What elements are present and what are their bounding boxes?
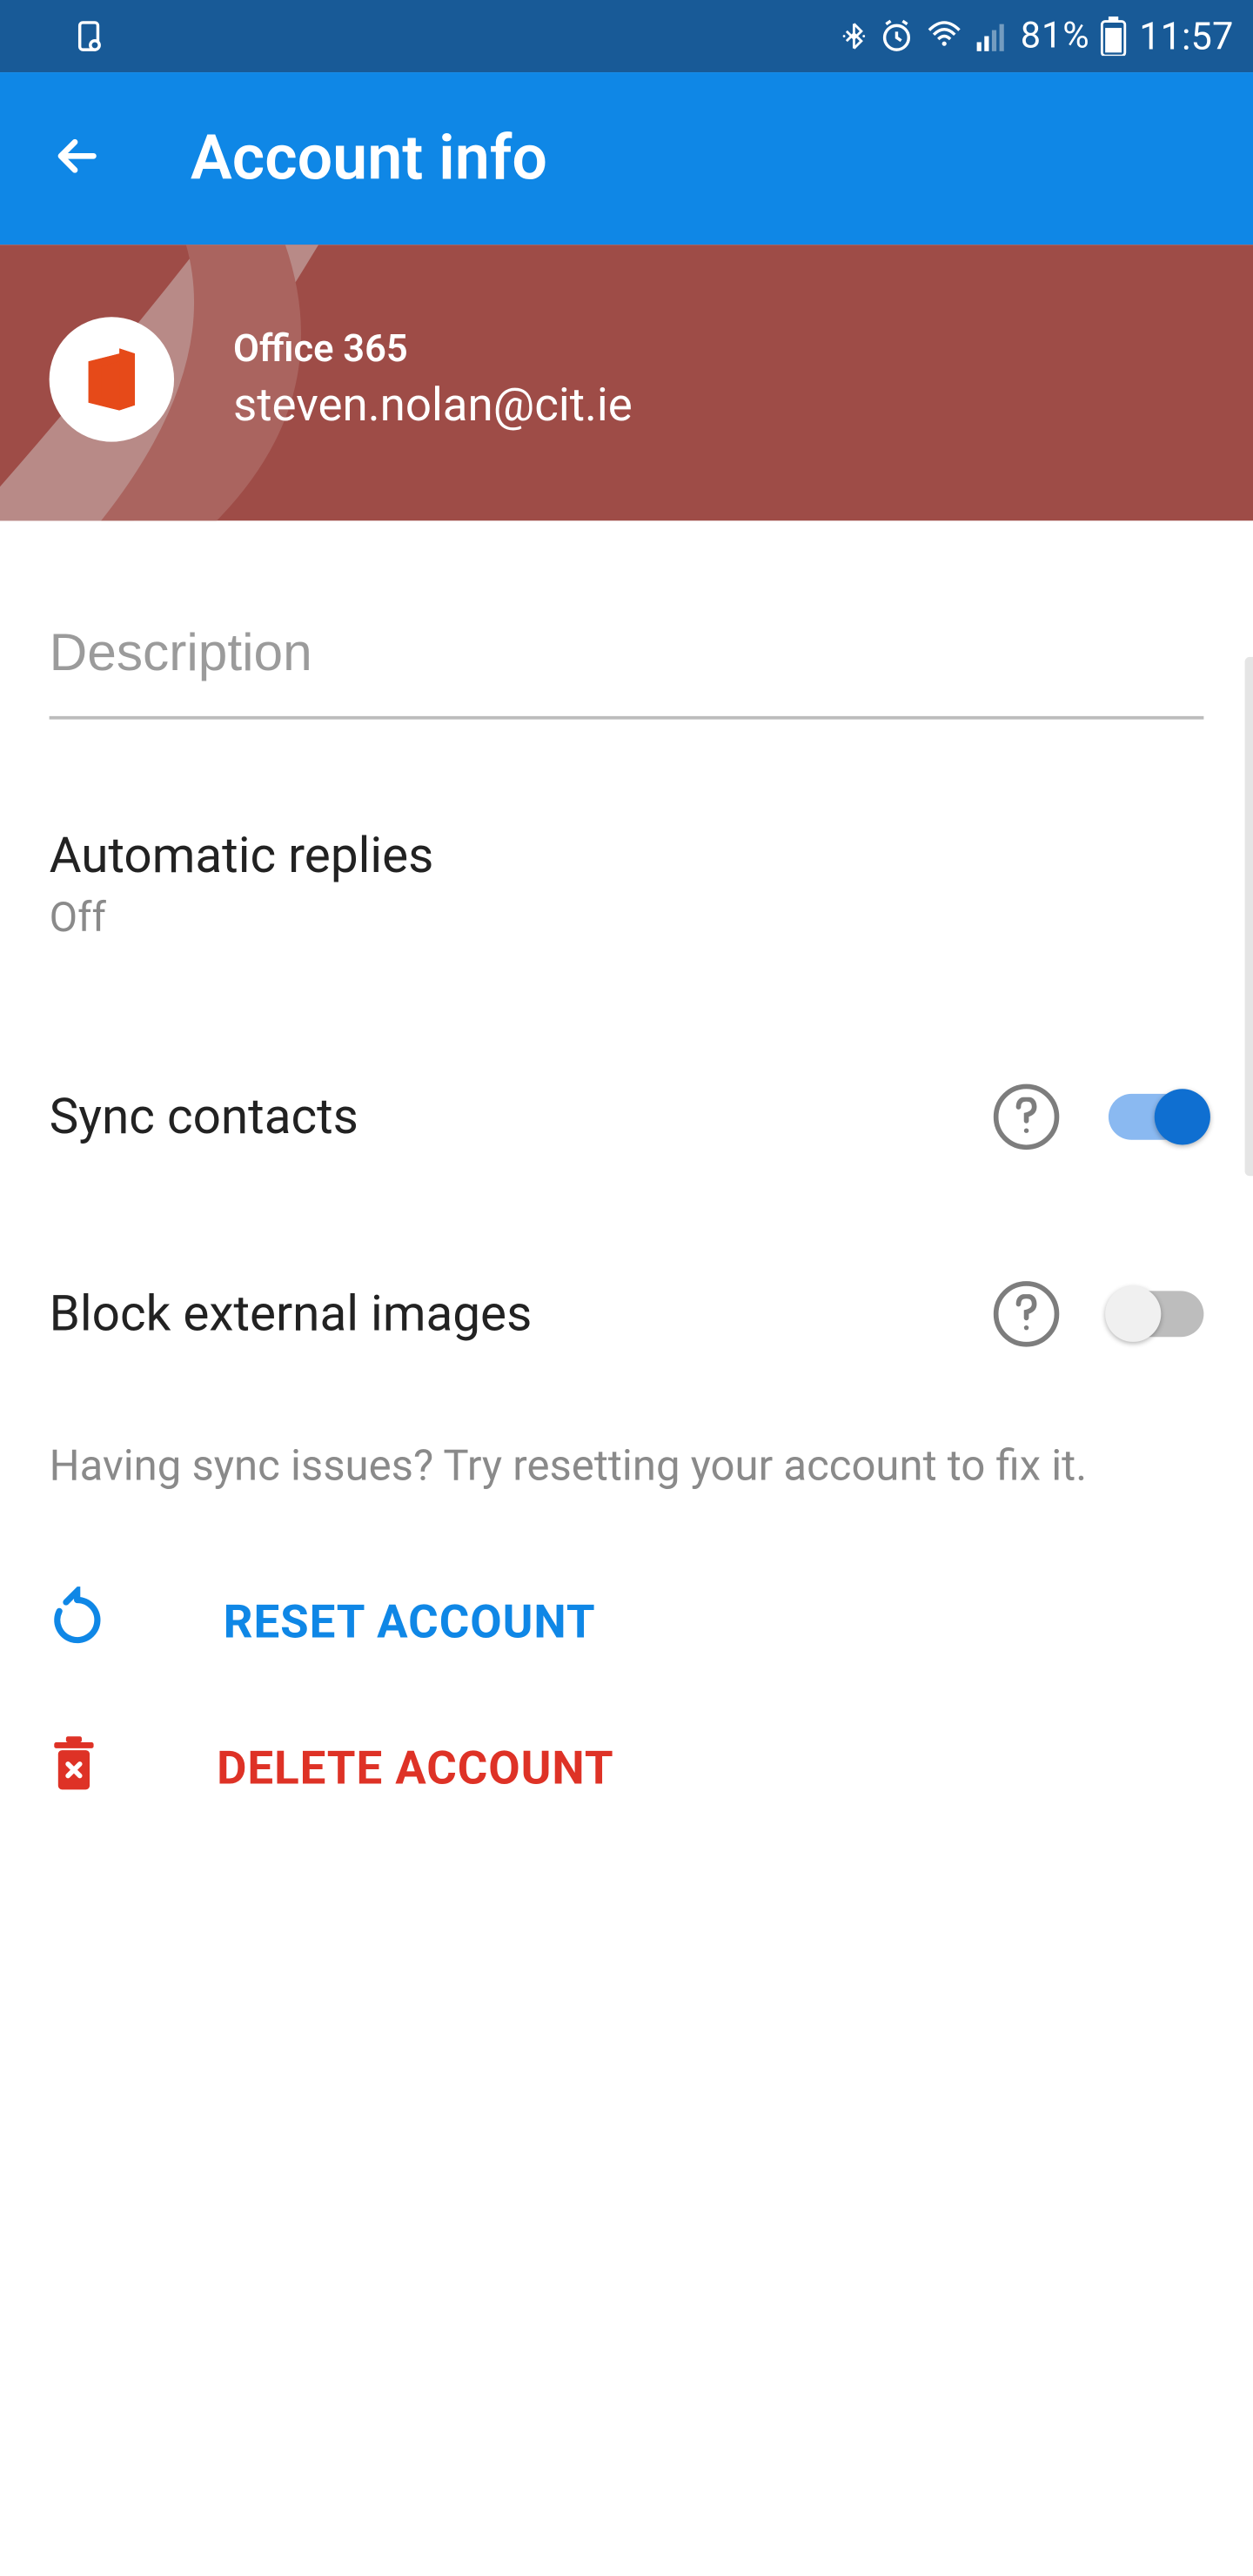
- sync-issues-hint: Having sync issues? Try resetting your a…: [50, 1442, 1204, 1492]
- back-arrow-icon[interactable]: [50, 127, 105, 190]
- reset-account-label: RESET ACCOUNT: [224, 1594, 596, 1648]
- account-provider: Office 365: [233, 327, 633, 372]
- automatic-replies-title: Automatic replies: [50, 828, 434, 885]
- signal-icon: [975, 18, 1011, 55]
- scroll-indicator[interactable]: [1245, 657, 1253, 1176]
- block-external-images-row: Block external images: [50, 1209, 1204, 1403]
- clock-time: 11:57: [1139, 14, 1233, 58]
- app-bar: Account info: [0, 72, 1253, 245]
- sync-contacts-toggle[interactable]: [1109, 1094, 1203, 1140]
- bluetooth-icon: [840, 18, 869, 55]
- block-external-images-toggle[interactable]: [1109, 1291, 1203, 1337]
- status-bar: 81% 11:57: [0, 0, 1253, 72]
- account-email: steven.nolan@cit.ie: [233, 378, 633, 432]
- page-title: Account info: [191, 123, 547, 195]
- alarm-icon: [879, 18, 915, 55]
- device-lock-icon: [72, 18, 109, 55]
- delete-account-label: DELETE ACCOUNT: [217, 1741, 613, 1794]
- account-hero: Office 365 steven.nolan@cit.ie: [0, 245, 1253, 520]
- block-external-images-title: Block external images: [50, 1285, 533, 1343]
- help-icon[interactable]: [994, 1281, 1059, 1346]
- trash-icon: [50, 1734, 99, 1800]
- wifi-icon: [925, 18, 964, 55]
- sync-contacts-title: Sync contacts: [50, 1088, 358, 1145]
- office-icon: [80, 343, 143, 415]
- reset-icon: [50, 1587, 105, 1655]
- battery-percent: 81%: [1021, 16, 1090, 57]
- account-avatar: [50, 317, 174, 441]
- reset-account-button[interactable]: RESET ACCOUNT: [50, 1587, 1204, 1655]
- description-field[interactable]: [50, 622, 1204, 719]
- automatic-replies-status: Off: [50, 896, 434, 943]
- delete-account-button[interactable]: DELETE ACCOUNT: [50, 1734, 1204, 1800]
- help-icon[interactable]: [994, 1084, 1059, 1150]
- battery-icon: [1100, 17, 1126, 56]
- automatic-replies-row[interactable]: Automatic replies Off: [50, 720, 1204, 992]
- description-input[interactable]: [50, 622, 1204, 683]
- sync-contacts-row: Sync contacts: [50, 992, 1204, 1209]
